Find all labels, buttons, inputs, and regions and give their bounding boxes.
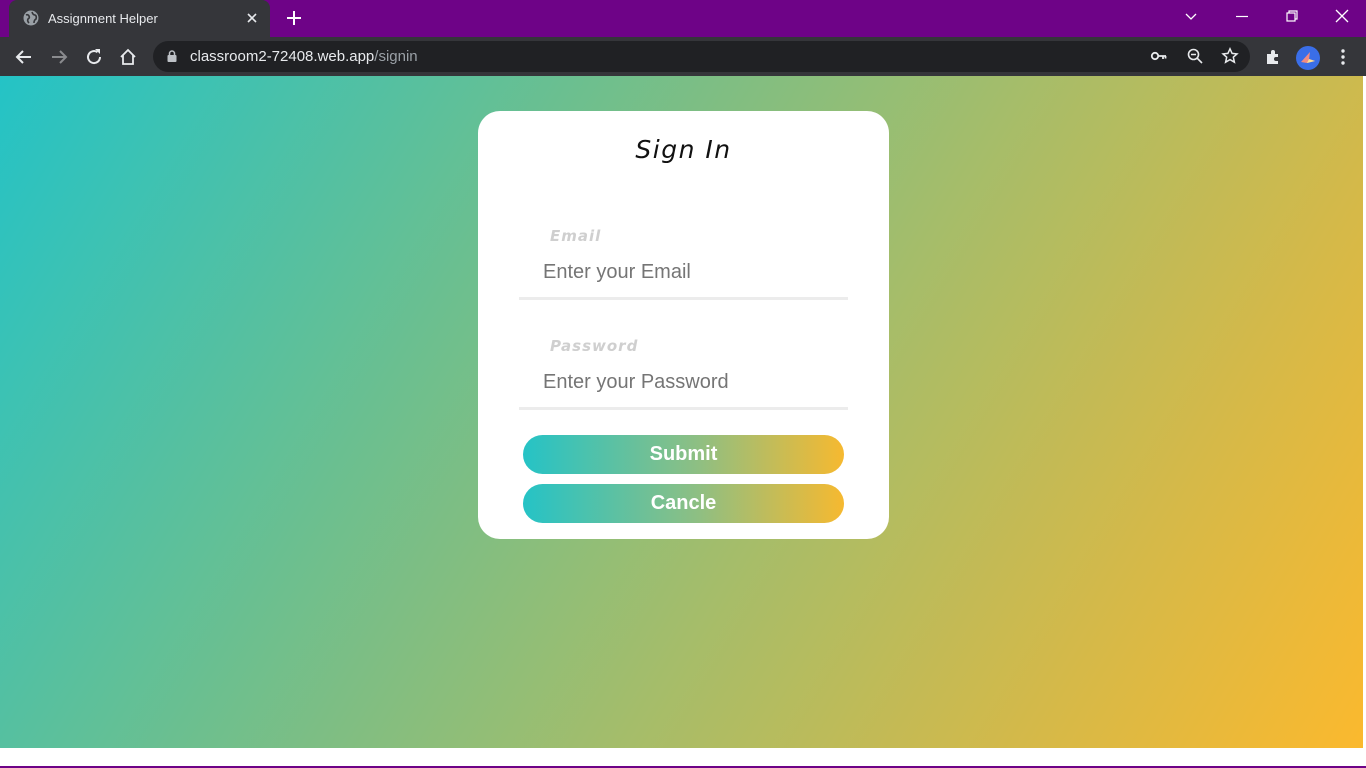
tab-strip: Assignment Helper (0, 0, 1366, 37)
zoom-out-icon[interactable] (1186, 47, 1204, 65)
lock-icon[interactable] (165, 49, 179, 63)
email-label: Email (550, 227, 602, 245)
address-bar[interactable]: classroom2-72408.web.app/signin (153, 41, 1250, 72)
bookmark-star-icon[interactable] (1221, 47, 1239, 65)
reload-icon[interactable] (84, 47, 104, 67)
close-window-icon[interactable] (1334, 8, 1350, 24)
url-path: /signin (374, 48, 418, 65)
url-host: classroom2-72408.web.app (190, 48, 375, 65)
cancel-button[interactable]: Cancle (523, 484, 844, 523)
tab-search-icon[interactable] (1183, 8, 1199, 24)
globe-icon (23, 10, 39, 26)
back-icon[interactable] (14, 47, 34, 67)
password-field[interactable] (519, 364, 848, 400)
browser-toolbar: classroom2-72408.web.app/signin (0, 37, 1366, 76)
restore-icon[interactable] (1284, 8, 1300, 24)
bottom-margin (0, 748, 1366, 766)
password-underline (519, 407, 848, 410)
submit-button[interactable]: Submit (523, 435, 844, 474)
email-underline (519, 297, 848, 300)
key-icon[interactable] (1150, 47, 1168, 65)
profile-bird-icon (1301, 52, 1315, 63)
new-tab-icon[interactable] (285, 9, 303, 27)
email-field[interactable] (519, 254, 848, 290)
forward-icon[interactable] (49, 47, 69, 67)
page-title: Sign In (635, 135, 732, 164)
extensions-icon[interactable] (1263, 47, 1283, 67)
tab-title: Assignment Helper (48, 11, 158, 26)
url-text[interactable]: classroom2-72408.web.app/signin (190, 48, 418, 65)
tab-close-icon[interactable] (245, 11, 259, 25)
minimize-icon[interactable] (1234, 8, 1250, 24)
home-icon[interactable] (118, 47, 138, 67)
menu-kebab-icon[interactable] (1333, 47, 1353, 67)
password-label: Password (550, 337, 639, 355)
signin-card: Sign In Email Password Submit Cancle (478, 111, 889, 539)
profile-avatar[interactable] (1296, 46, 1320, 70)
tab-active[interactable]: Assignment Helper (9, 0, 270, 37)
